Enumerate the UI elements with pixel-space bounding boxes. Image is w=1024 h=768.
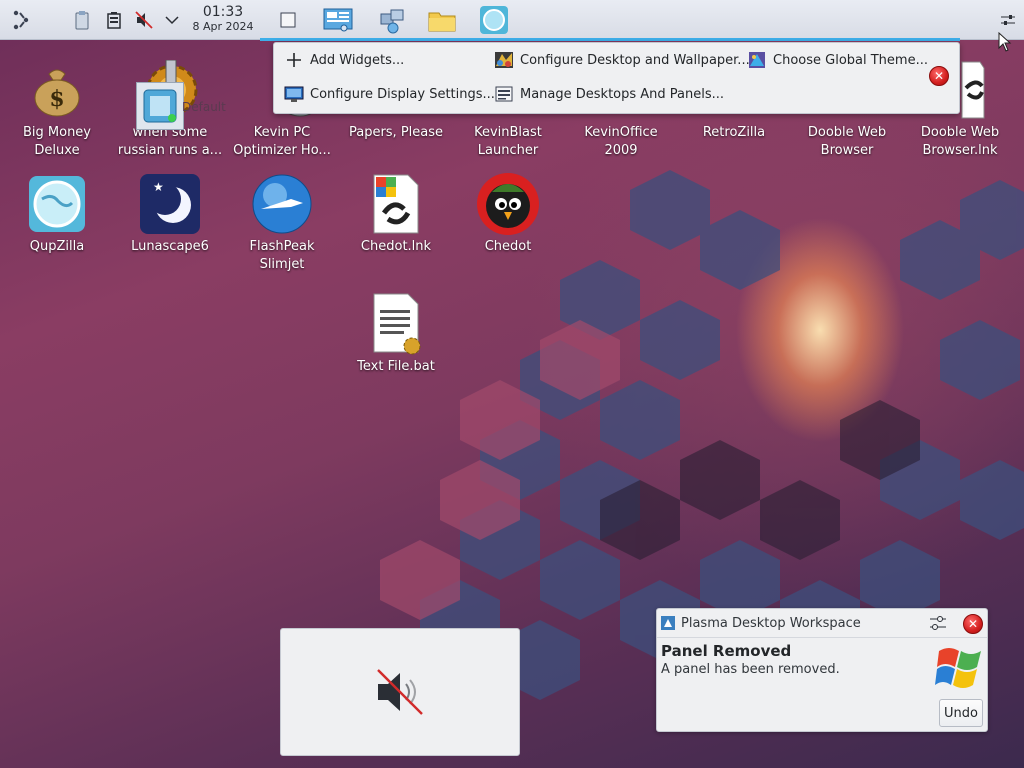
desktop-icon-text-file-bat[interactable]: Text File.bat — [341, 292, 451, 376]
batch-file-icon — [364, 292, 428, 356]
panel-edit-highlight — [260, 38, 960, 41]
desktop-icon-label: Big Money Deluxe — [22, 125, 91, 158]
desktop-icon-label: RetroZilla — [702, 125, 766, 140]
configure-desktop-label: Configure Desktop and Wallpaper... — [520, 52, 750, 68]
desktop-icon-big-money-deluxe[interactable]: $ Big Money Deluxe — [2, 58, 112, 160]
svg-text:$: $ — [49, 86, 64, 112]
panel-settings-icon[interactable] — [994, 6, 1022, 34]
notification-settings-icon[interactable] — [929, 614, 947, 636]
dragged-widget-ghost — [136, 82, 184, 130]
notification-title: Panel Removed — [661, 642, 792, 660]
plus-icon — [284, 50, 304, 70]
drag-ghost-label: Default — [182, 100, 226, 114]
mouse-cursor-icon — [998, 32, 1012, 52]
theme-icon — [747, 50, 767, 70]
desktop-icon-label: Dooble Web Browser — [807, 125, 887, 158]
manage-panels-icon — [494, 84, 514, 104]
task-control-panel-icon[interactable] — [320, 4, 356, 36]
plasma-app-icon — [661, 616, 675, 630]
configure-display-label: Configure Display Settings... — [310, 86, 495, 102]
task-folder-icon[interactable] — [424, 4, 460, 36]
chevron-down-icon[interactable] — [158, 6, 186, 34]
task-window-icon[interactable] — [270, 4, 306, 36]
configure-display-menu-item[interactable]: Configure Display Settings... — [284, 82, 495, 106]
svg-text:★: ★ — [153, 180, 164, 194]
desktop-icon-label: Chedot.lnk — [360, 239, 432, 254]
desktop-icon-label: FlashPeak Slimjet — [249, 239, 315, 272]
chedot-bird-icon — [476, 172, 540, 236]
desktop-icon-qupzilla[interactable]: QupZilla — [2, 172, 112, 256]
notification-app-name: Plasma Desktop Workspace — [681, 615, 861, 631]
configure-desktop-menu-item[interactable]: Configure Desktop and Wallpaper... — [494, 48, 750, 72]
choose-global-theme-menu-item[interactable]: Choose Global Theme... — [747, 48, 928, 72]
globe-icon — [25, 172, 89, 236]
desktop-icon-label: Lunascape6 — [131, 239, 209, 254]
desktop-icon-label: Papers, Please — [348, 125, 444, 140]
manage-desktops-menu-item[interactable]: Manage Desktops And Panels... — [494, 82, 724, 106]
add-widgets-menu-item[interactable]: Add Widgets... — [284, 48, 404, 72]
task-network-icon[interactable] — [374, 4, 410, 36]
desktop-icon-chedot[interactable]: Chedot — [453, 172, 563, 256]
desktop-icon-label: Chedot — [484, 239, 532, 254]
jet-globe-icon — [250, 172, 314, 236]
windows-logo-icon — [935, 643, 985, 695]
volume-osd — [280, 628, 520, 756]
clock-time: 01:33 — [202, 4, 244, 20]
money-bag-icon: $ — [25, 58, 89, 122]
wallpaper-icon — [494, 50, 514, 70]
desktop-icon-label: QupZilla — [29, 239, 85, 254]
remove-panel-icon[interactable]: ✕ — [929, 66, 949, 86]
add-widgets-label: Add Widgets... — [310, 52, 405, 68]
notification-popup: Plasma Desktop Workspace ✕ Panel Removed… — [656, 608, 988, 732]
digital-clock[interactable]: 01:33 8 Apr 2024 — [186, 4, 260, 34]
display-icon — [284, 84, 304, 104]
desktop-icon-lunascape6[interactable]: ★ Lunascape6 — [115, 172, 225, 256]
undo-button[interactable]: Undo — [939, 699, 983, 727]
volume-muted-icon — [377, 669, 423, 715]
moon-icon: ★ — [138, 172, 202, 236]
volume-muted-icon[interactable] — [130, 6, 158, 34]
desktop-icon-label: KevinBlast Launcher — [474, 125, 542, 158]
application-launcher-icon[interactable] — [8, 6, 36, 34]
desktop-icon-label: Dooble Web Browser.lnk — [920, 125, 1000, 158]
task-qupzilla-icon[interactable] — [476, 4, 512, 36]
notification-body: A panel has been removed. — [661, 662, 840, 677]
choose-global-theme-label: Choose Global Theme... — [773, 52, 928, 68]
desktop-icon-label: KevinOffice 2009 — [584, 125, 658, 158]
notification-close-icon[interactable]: ✕ — [963, 614, 983, 634]
clock-date: 8 Apr 2024 — [192, 20, 254, 33]
top-panel: 01:33 8 Apr 2024 — [0, 0, 1024, 40]
clipboard-icon[interactable] — [68, 6, 96, 34]
desktop-icon-label: Kevin PC Optimizer Ho... — [233, 125, 331, 158]
desktop-icon-chedot-lnk[interactable]: Chedot.lnk — [341, 172, 451, 256]
desktop-context-menu: Add Widgets... Configure Desktop and Wal… — [273, 42, 960, 114]
battery-icon[interactable] — [100, 6, 128, 34]
shortcut-icon — [364, 172, 428, 236]
desktop-icon-label: Text File.bat — [357, 359, 435, 374]
desktop-icon-flashpeak-slimjet[interactable]: FlashPeak Slimjet — [227, 172, 337, 274]
manage-desktops-label: Manage Desktops And Panels... — [520, 86, 725, 102]
